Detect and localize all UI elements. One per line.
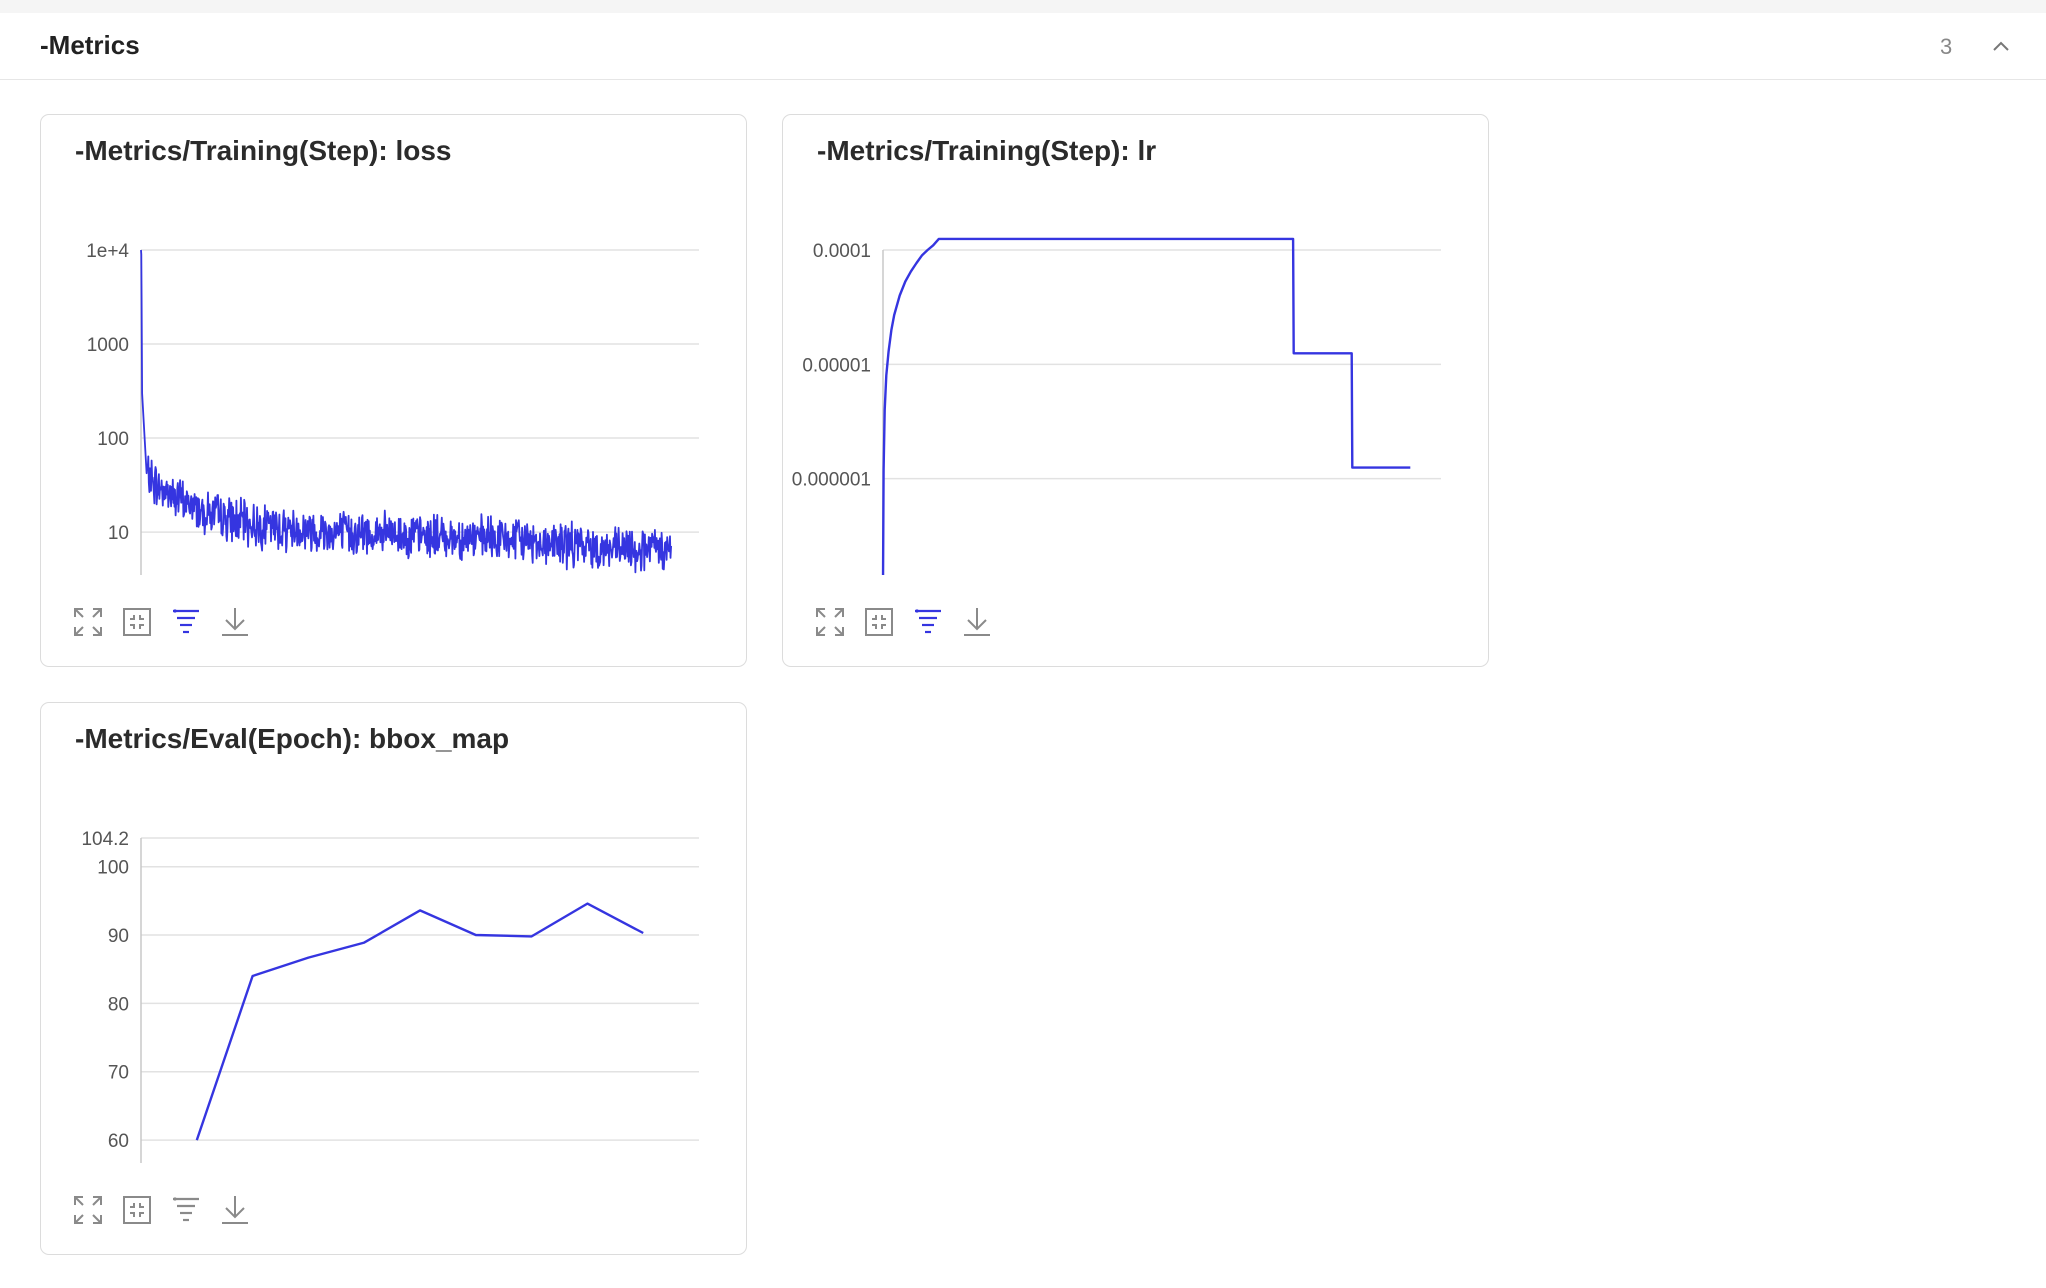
- y-tick-label: 0.000001: [792, 470, 871, 491]
- expand-button[interactable]: [71, 605, 105, 639]
- metrics-panel: -Metrics 3 -Metrics/Training(Step): loss…: [0, 13, 2046, 1288]
- expand-icon: [74, 608, 102, 636]
- y-tick-label: 1000: [87, 335, 129, 356]
- y-tick-label: 104.2: [81, 829, 129, 850]
- series-line: [195, 902, 644, 1141]
- fit-view-button[interactable]: [862, 605, 896, 639]
- y-tick-label: 1e+4: [86, 241, 129, 262]
- chart-count-badge: 3: [1940, 34, 1953, 59]
- fit-icon: [865, 608, 893, 636]
- chevron-up-icon: [1993, 41, 2009, 51]
- fit-icon: [123, 608, 151, 636]
- y-tick-label: 90: [108, 926, 129, 947]
- download-button[interactable]: [218, 605, 252, 639]
- y-tick-label: 0.0001: [813, 241, 871, 262]
- smoothing-filter-button[interactable]: [169, 605, 203, 639]
- y-tick-label: 70: [108, 1063, 129, 1084]
- expand-button[interactable]: [71, 1193, 105, 1227]
- chart-title: -Metrics/Eval(Epoch): bbox_map: [75, 723, 510, 754]
- lr-chart[interactable]: 0.00010.000010.0000011e-7020004000600080…: [783, 195, 1490, 575]
- fit-view-button[interactable]: [120, 605, 154, 639]
- download-icon: [964, 608, 990, 636]
- expand-button[interactable]: [813, 605, 847, 639]
- smoothing-filter-button[interactable]: [169, 1193, 203, 1227]
- collapse-button[interactable]: [1986, 31, 2016, 61]
- download-icon: [222, 1196, 248, 1224]
- panel-header[interactable]: -Metrics 3: [0, 13, 2046, 80]
- series-line: [140, 249, 672, 574]
- chart-card-bbox-map: -Metrics/Eval(Epoch): bbox_map 104.2 100 9…: [40, 702, 747, 1255]
- y-tick-label: 100: [97, 858, 129, 879]
- expand-icon: [74, 1196, 102, 1224]
- filter-icon: [173, 609, 199, 634]
- filter-icon: [173, 1197, 199, 1222]
- y-tick-label: 60: [108, 1131, 129, 1152]
- panel-title: -Metrics: [40, 30, 140, 60]
- download-button[interactable]: [960, 605, 994, 639]
- loss-chart[interactable]: 1e+41000100102.249020004000600080001e+4: [41, 195, 748, 575]
- chart-title: -Metrics/Training(Step): lr: [817, 135, 1157, 166]
- download-button[interactable]: [218, 1193, 252, 1227]
- bbox-map-chart[interactable]: 104.21009080706054.01050100150200250300: [41, 783, 748, 1163]
- chart-title: -Metrics/Training(Step): loss: [75, 135, 452, 166]
- download-icon: [222, 608, 248, 636]
- y-tick-label: 80: [108, 994, 129, 1015]
- y-tick-label: 100: [97, 429, 129, 450]
- fit-view-button[interactable]: [120, 1193, 154, 1227]
- chart-card-loss: -Metrics/Training(Step): loss 1e+4 1000 10…: [40, 114, 747, 667]
- fit-icon: [123, 1196, 151, 1224]
- filter-icon: [915, 609, 941, 634]
- smoothing-filter-button[interactable]: [911, 605, 945, 639]
- chart-card-lr: -Metrics/Training(Step): lr 0.0001 0.0000…: [782, 114, 1489, 667]
- y-tick-label: 0.00001: [802, 355, 871, 376]
- series-line: [881, 237, 1411, 575]
- expand-icon: [816, 608, 844, 636]
- y-tick-label: 10: [108, 523, 129, 544]
